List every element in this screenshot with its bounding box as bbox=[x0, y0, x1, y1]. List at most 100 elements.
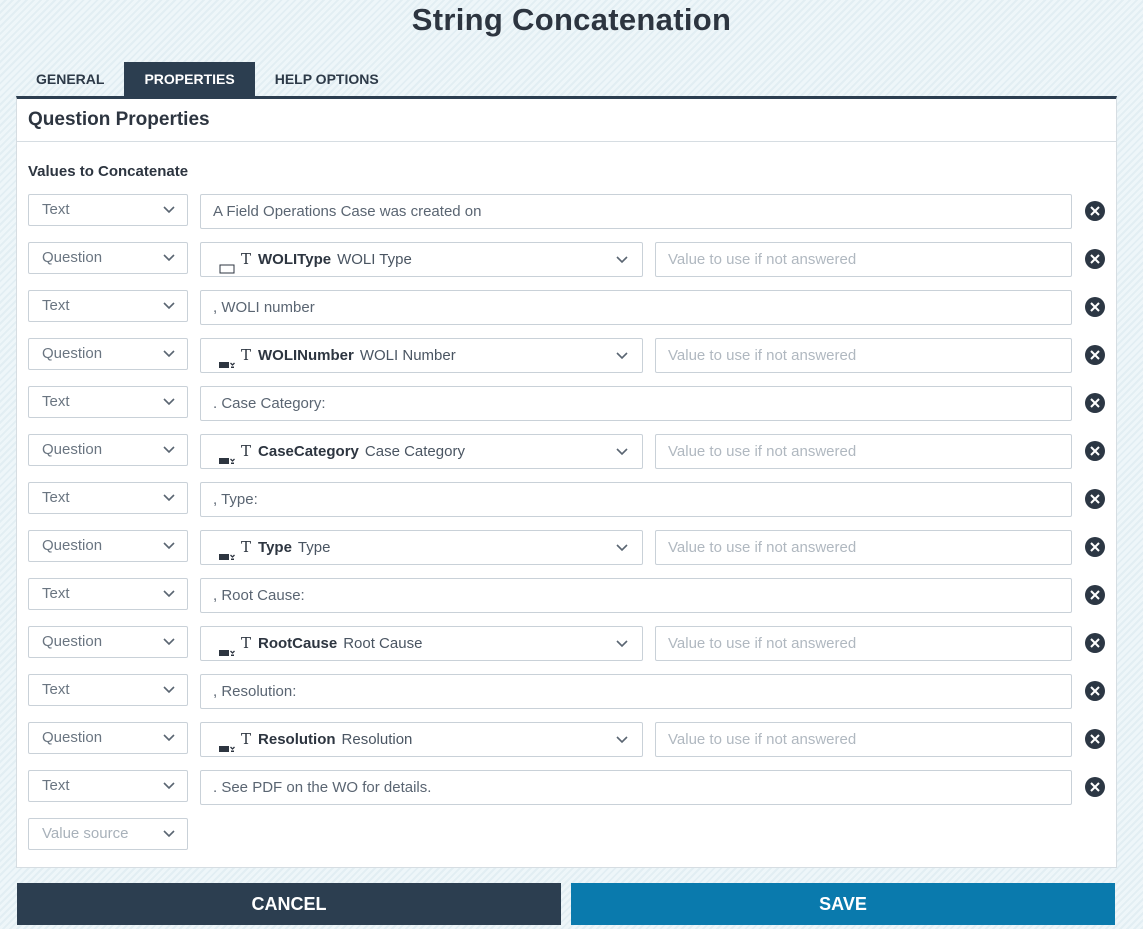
text-value-input[interactable] bbox=[200, 194, 1072, 229]
chevron-down-icon bbox=[163, 638, 175, 646]
close-icon bbox=[1090, 350, 1100, 360]
value-source-select[interactable]: Text bbox=[28, 482, 188, 514]
chevron-down-icon bbox=[163, 350, 175, 358]
value-source-select[interactable]: Text bbox=[28, 290, 188, 322]
close-icon bbox=[1090, 638, 1100, 648]
tab-help-options[interactable]: HELP OPTIONS bbox=[255, 62, 399, 97]
chevron-down-icon bbox=[163, 590, 175, 598]
value-source-select[interactable]: Text bbox=[28, 386, 188, 418]
value-source-select[interactable]: Question bbox=[28, 530, 188, 562]
value-source-select[interactable]: Question bbox=[28, 722, 188, 754]
chevron-down-icon bbox=[616, 352, 628, 360]
question-label: Type bbox=[297, 539, 331, 556]
text-value-input[interactable] bbox=[200, 482, 1072, 517]
remove-row-button[interactable] bbox=[1085, 729, 1105, 749]
remove-row-button[interactable] bbox=[1085, 489, 1105, 509]
question-select[interactable]: T WOLIType WOLI Type bbox=[200, 242, 643, 277]
tab-general[interactable]: GENERAL bbox=[16, 62, 124, 97]
value-source-select[interactable]: Text bbox=[28, 578, 188, 610]
chevron-down-icon bbox=[616, 544, 628, 552]
value-source-value: Text bbox=[42, 585, 70, 602]
value-source-value: Question bbox=[42, 537, 103, 554]
chevron-down-icon bbox=[163, 782, 175, 790]
save-button[interactable]: SAVE bbox=[571, 883, 1115, 925]
tab-properties[interactable]: PROPERTIES bbox=[124, 62, 255, 97]
dropdown-field-icon bbox=[219, 542, 235, 560]
remove-row-button[interactable] bbox=[1085, 345, 1105, 365]
close-icon bbox=[1090, 734, 1100, 744]
fallback-value-input[interactable] bbox=[655, 530, 1072, 565]
dialog-title: String Concatenation bbox=[411, 2, 732, 37]
text-type-icon: T bbox=[241, 250, 252, 268]
value-source-value: Text bbox=[42, 297, 70, 314]
remove-row-button[interactable] bbox=[1085, 201, 1105, 221]
remove-row-button[interactable] bbox=[1085, 537, 1105, 557]
question-label: Case Category bbox=[364, 443, 465, 460]
text-value-input[interactable] bbox=[200, 674, 1072, 709]
value-source-select[interactable]: Text bbox=[28, 674, 188, 706]
fallback-value-input[interactable] bbox=[655, 626, 1072, 661]
text-value-input[interactable] bbox=[200, 290, 1072, 325]
chevron-down-icon bbox=[616, 736, 628, 744]
dropdown-field-icon bbox=[219, 350, 235, 368]
close-icon bbox=[1090, 398, 1100, 408]
concat-row: Question T RootCause Root Cause bbox=[28, 626, 1108, 674]
remove-row-button[interactable] bbox=[1085, 585, 1105, 605]
value-source-placeholder: Value source bbox=[42, 825, 129, 842]
cancel-button[interactable]: CANCEL bbox=[17, 883, 561, 925]
add-value-row: Value source bbox=[28, 818, 1108, 866]
question-name: WOLINumber bbox=[258, 347, 354, 364]
section-label: Values to Concatenate bbox=[28, 163, 189, 180]
remove-row-button[interactable] bbox=[1085, 681, 1105, 701]
concat-row: Question T WOLIType WOLI Type bbox=[28, 242, 1108, 290]
chevron-down-icon bbox=[616, 640, 628, 648]
remove-row-button[interactable] bbox=[1085, 777, 1105, 797]
question-select[interactable]: T Resolution Resolution bbox=[200, 722, 643, 757]
text-type-icon: T bbox=[241, 634, 252, 652]
remove-row-button[interactable] bbox=[1085, 441, 1105, 461]
value-source-value: Question bbox=[42, 249, 103, 266]
concat-row: Question T CaseCategory Case Category bbox=[28, 434, 1108, 482]
text-value-input[interactable] bbox=[200, 386, 1072, 421]
concat-row: Text bbox=[28, 194, 1108, 242]
value-source-select[interactable]: Question bbox=[28, 242, 188, 274]
fallback-value-input[interactable] bbox=[655, 434, 1072, 469]
value-source-value: Question bbox=[42, 729, 103, 746]
dropdown-field-icon bbox=[219, 446, 235, 464]
question-select[interactable]: T RootCause Root Cause bbox=[200, 626, 643, 661]
value-source-select[interactable]: Question bbox=[28, 626, 188, 658]
question-label: Resolution bbox=[341, 731, 413, 748]
text-type-icon: T bbox=[241, 346, 252, 364]
text-value-input[interactable] bbox=[200, 770, 1072, 805]
remove-row-button[interactable] bbox=[1085, 249, 1105, 269]
question-select[interactable]: T CaseCategory Case Category bbox=[200, 434, 643, 469]
add-value-source-select[interactable]: Value source bbox=[28, 818, 188, 850]
value-source-select[interactable]: Question bbox=[28, 338, 188, 370]
chevron-down-icon bbox=[163, 686, 175, 694]
question-select[interactable]: T Type Type bbox=[200, 530, 643, 565]
concatenation-rows: Text Question T WOLIType WOLI Type Text Qu… bbox=[28, 194, 1108, 866]
remove-row-button[interactable] bbox=[1085, 633, 1105, 653]
text-value-input[interactable] bbox=[200, 578, 1072, 613]
fallback-value-input[interactable] bbox=[655, 338, 1072, 373]
concat-row: Text bbox=[28, 770, 1108, 818]
input-box-icon bbox=[219, 254, 235, 273]
close-icon bbox=[1090, 206, 1100, 216]
remove-row-button[interactable] bbox=[1085, 393, 1105, 413]
remove-row-button[interactable] bbox=[1085, 297, 1105, 317]
question-name: Type bbox=[258, 539, 292, 556]
fallback-value-input[interactable] bbox=[655, 242, 1072, 277]
value-source-select[interactable]: Text bbox=[28, 770, 188, 802]
close-icon bbox=[1090, 590, 1100, 600]
value-source-value: Text bbox=[42, 489, 70, 506]
text-type-icon: T bbox=[241, 442, 252, 460]
value-source-value: Question bbox=[42, 345, 103, 362]
value-source-select[interactable]: Question bbox=[28, 434, 188, 466]
fallback-value-input[interactable] bbox=[655, 722, 1072, 757]
chevron-down-icon bbox=[163, 494, 175, 502]
value-source-select[interactable]: Text bbox=[28, 194, 188, 226]
value-source-value: Text bbox=[42, 777, 70, 794]
concat-row: Question T Resolution Resolution bbox=[28, 722, 1108, 770]
concat-row: Text bbox=[28, 674, 1108, 722]
question-select[interactable]: T WOLINumber WOLI Number bbox=[200, 338, 643, 373]
